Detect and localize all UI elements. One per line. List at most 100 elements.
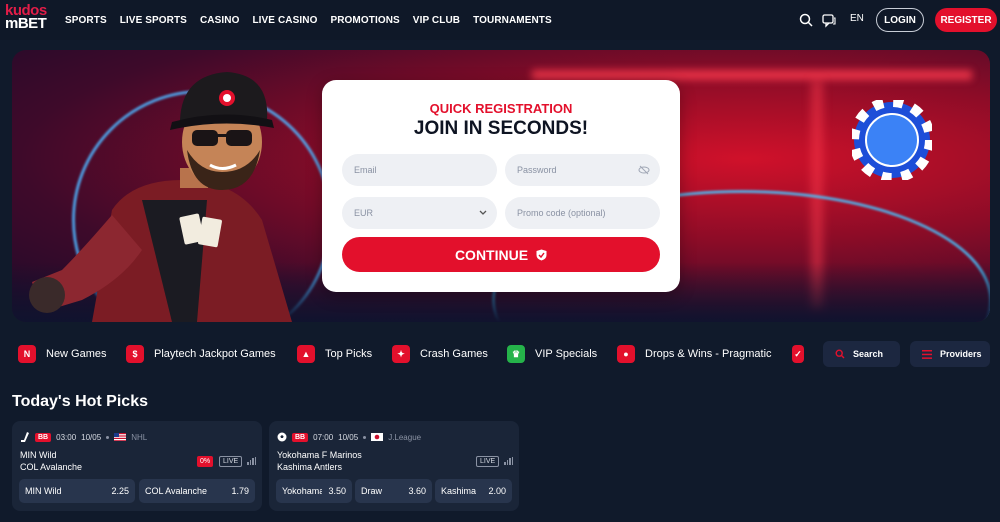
category-label: Drops & Wins - Pragmatic: [645, 348, 772, 360]
odd-name: COL Avalanche: [145, 486, 208, 496]
home-team: MIN Wild: [20, 450, 57, 460]
home-team: Yokohama F Marinos: [277, 450, 362, 460]
category-drops-wins[interactable]: ● Drops & Wins - Pragmatic: [617, 343, 772, 365]
match-date: 10/05: [338, 432, 359, 442]
odd-value: 2.00: [488, 486, 506, 496]
currency-value: EUR: [354, 208, 374, 218]
registration-title: JOIN IN SECONDS!: [413, 118, 589, 139]
kudosbet-logo[interactable]: kudos mBET: [5, 3, 57, 36]
drops-icon: ●: [617, 345, 635, 363]
chat-icon[interactable]: [821, 12, 837, 28]
soccer-ball-icon: [277, 432, 287, 442]
category-vip-specials[interactable]: ♛ VIP Specials: [507, 343, 597, 365]
quick-registration-form: QUICK REGISTRATION JOIN IN SECONDS! Emai…: [322, 80, 680, 292]
register-button[interactable]: REGISTER: [935, 8, 997, 32]
search-icon[interactable]: [798, 12, 814, 28]
stats-icon: [247, 457, 256, 465]
match-time: 07:00: [313, 432, 334, 442]
category-playtech-jackpot[interactable]: $ Playtech Jackpot Games: [126, 343, 276, 365]
hockey-stick-icon: [21, 432, 29, 442]
hot-picks-title: Today's Hot Picks: [12, 393, 148, 410]
search-label: Search: [853, 349, 884, 359]
odd-button[interactable]: COL Avalanche 1.79: [139, 479, 255, 503]
game-categories: N New Games $ Playtech Jackpot Games ▲ T…: [0, 340, 1000, 370]
list-icon: [922, 349, 932, 359]
category-label: Top Picks: [325, 348, 373, 360]
match-meta: BB 07:00 10/05 J.League: [277, 431, 421, 443]
live-badge: LIVE: [476, 456, 500, 467]
nav-tournaments[interactable]: TOURNAMENTS: [473, 15, 552, 26]
top-header: kudos mBET SPORTS LIVE SPORTS CASINO LIV…: [0, 0, 1000, 40]
search-games-button[interactable]: Search: [823, 341, 900, 367]
category-new-games[interactable]: N New Games: [18, 343, 107, 365]
promo-code-field[interactable]: Promo code (optional): [505, 197, 660, 229]
continue-button[interactable]: CONTINUE: [342, 237, 660, 272]
odd-button[interactable]: Kashima Antlers 2.00: [435, 479, 512, 503]
odd-name: Kashima Antlers: [441, 486, 477, 496]
hot-pick-card[interactable]: BB 07:00 10/05 J.League Yokohama F Marin…: [269, 421, 519, 511]
match-date: 10/05: [81, 432, 102, 442]
category-label: Playtech Jackpot Games: [154, 348, 276, 360]
odd-name: Yokohama F Marinos: [282, 486, 322, 496]
nav-vip-club[interactable]: VIP CLUB: [413, 15, 460, 26]
stats-icon: [504, 457, 513, 465]
odd-value: 3.50: [328, 486, 346, 496]
odd-value: 3.60: [408, 486, 426, 496]
jackpot-icon: $: [126, 345, 144, 363]
password-placeholder: Password: [517, 165, 557, 175]
chevron-down-icon: [479, 210, 487, 215]
away-team: Kashima Antlers: [277, 462, 343, 472]
email-placeholder: Email: [354, 165, 377, 175]
nav-promotions[interactable]: PROMOTIONS: [330, 15, 399, 26]
bb-badge: BB: [292, 432, 309, 442]
japan-flag-icon: [371, 433, 384, 441]
odd-name: MIN Wild: [25, 486, 62, 496]
currency-select[interactable]: EUR: [342, 197, 497, 229]
category-crash-games[interactable]: ✦ Crash Games: [392, 343, 488, 365]
nav-sports[interactable]: SPORTS: [65, 15, 107, 26]
providers-label: Providers: [940, 349, 982, 359]
odd-value: 2.25: [111, 486, 129, 496]
eye-off-icon[interactable]: [638, 165, 650, 175]
hot-pick-card[interactable]: BB 03:00 10/05 NHL MIN Wild COL Avalanch…: [12, 421, 262, 511]
percentage-badge: 0%: [197, 456, 214, 467]
rocket-icon: ▲: [297, 345, 315, 363]
main-nav: SPORTS LIVE SPORTS CASINO LIVE CASINO PR…: [65, 0, 552, 40]
language-selector[interactable]: EN: [850, 13, 864, 24]
nav-casino[interactable]: CASINO: [200, 15, 240, 26]
category-label: VIP Specials: [535, 348, 598, 360]
email-field[interactable]: Email: [342, 154, 497, 186]
search-icon: [835, 349, 845, 359]
registration-subtitle: QUICK REGISTRATION: [429, 101, 573, 116]
nav-live-casino[interactable]: LIVE CASINO: [252, 15, 317, 26]
usa-flag-icon: [114, 433, 127, 441]
odd-name: Draw: [361, 486, 383, 496]
odd-value: 1.79: [231, 486, 249, 496]
category-top-picks[interactable]: ▲ Top Picks: [297, 343, 372, 365]
password-field[interactable]: Password: [505, 154, 660, 186]
league-name: J.League: [388, 432, 422, 442]
away-team: COL Avalanche: [20, 462, 83, 472]
casino-chip-illustration: [852, 100, 932, 180]
nav-live-sports[interactable]: LIVE SPORTS: [120, 15, 187, 26]
new-icon: N: [18, 345, 36, 363]
logo-bottom-text: mBET: [5, 15, 47, 32]
mascot-illustration: [29, 72, 292, 322]
login-button[interactable]: LOGIN: [876, 8, 924, 32]
providers-button[interactable]: Providers: [910, 341, 990, 367]
bb-badge: BB: [35, 432, 52, 442]
category-more[interactable]: ✓: [792, 343, 804, 365]
crown-icon: ♛: [507, 345, 525, 363]
match-time: 03:00: [56, 432, 77, 442]
odd-button[interactable]: MIN Wild 2.25: [19, 479, 135, 503]
clipboard-icon: ✓: [792, 345, 804, 363]
category-label: Crash Games: [420, 348, 488, 360]
league-name: NHL: [131, 432, 148, 442]
odd-button[interactable]: Draw 3.60: [355, 479, 432, 503]
category-label: New Games: [46, 348, 107, 360]
continue-label: CONTINUE: [454, 246, 529, 263]
promo-placeholder: Promo code (optional): [517, 208, 606, 218]
live-badge: LIVE: [219, 456, 243, 467]
odd-button[interactable]: Yokohama F Marinos 3.50: [276, 479, 352, 503]
shield-check-icon: [536, 249, 547, 260]
